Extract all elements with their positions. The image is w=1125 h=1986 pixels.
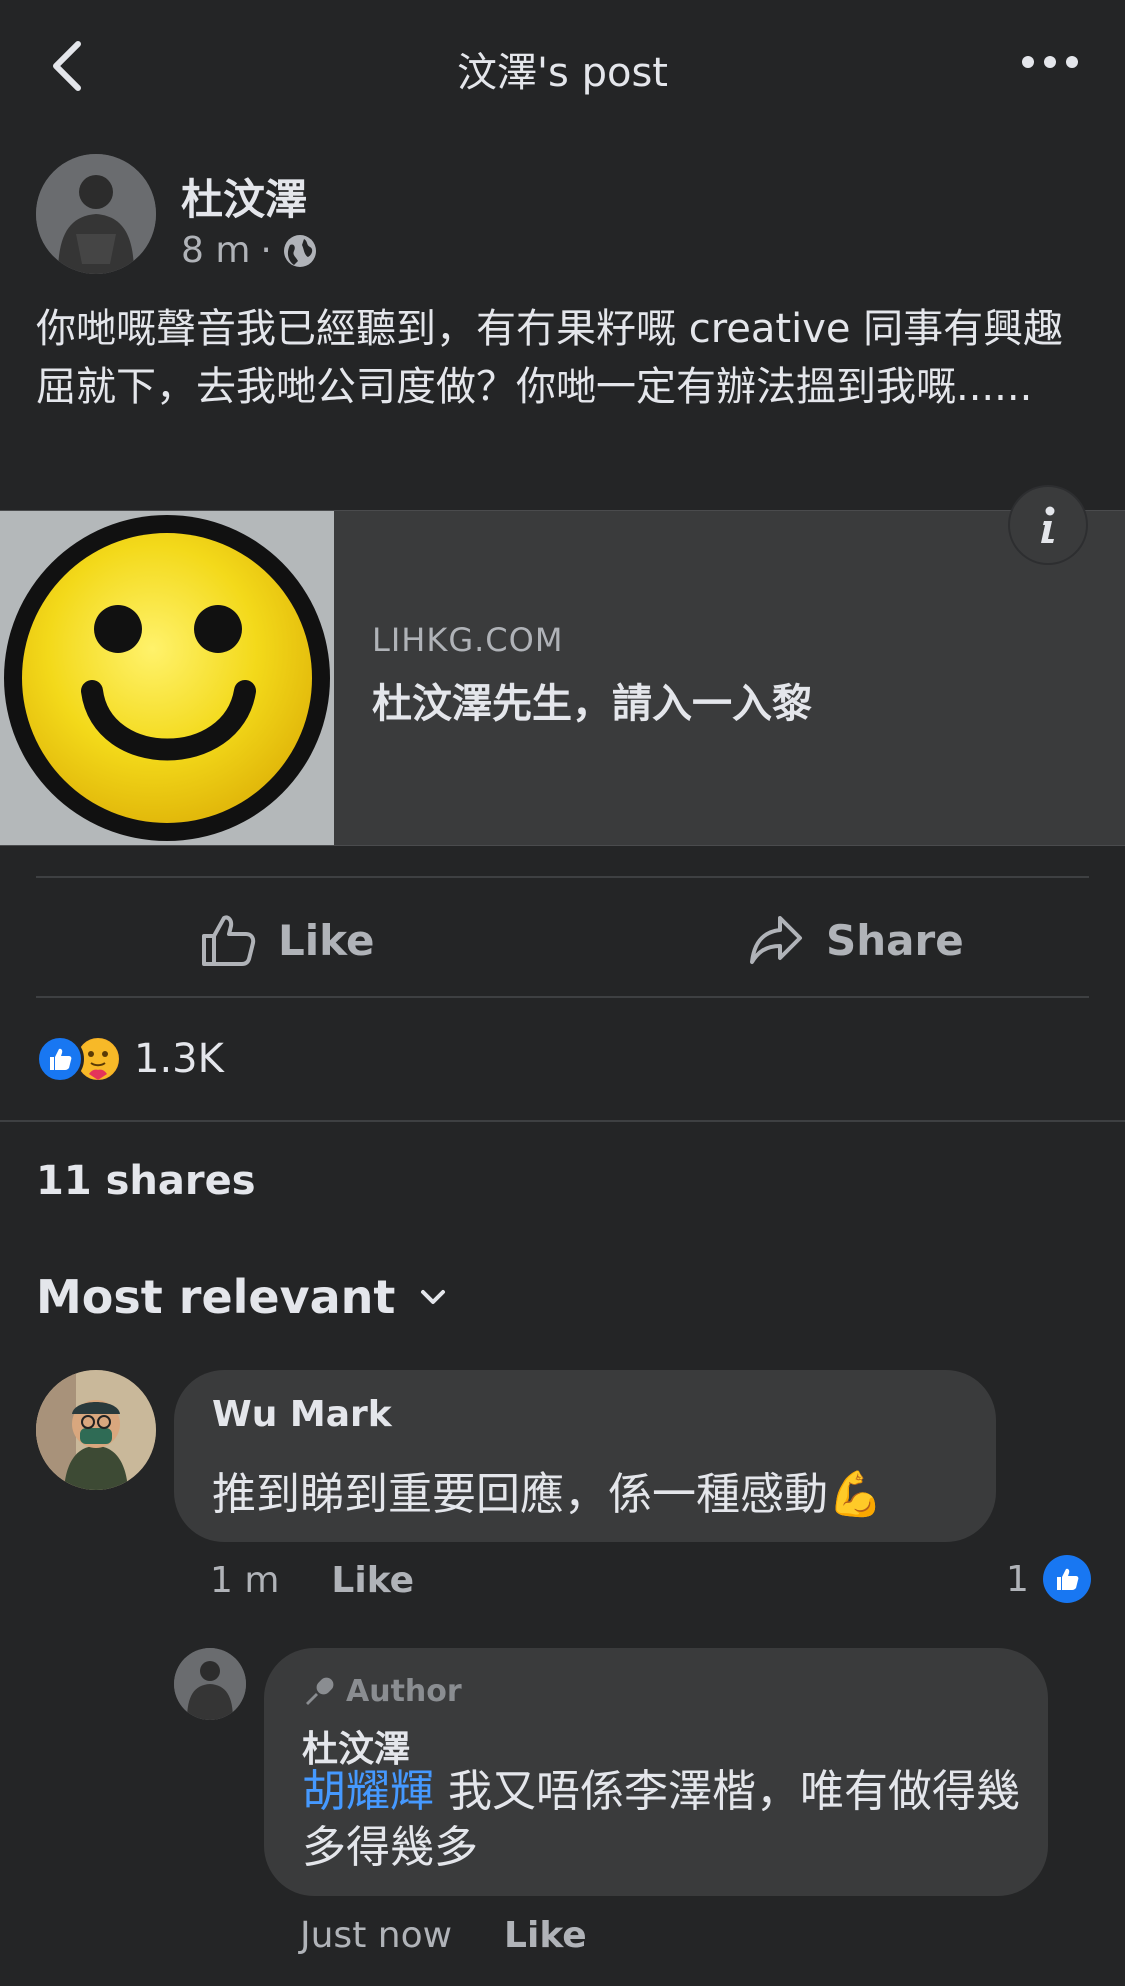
flexed-biceps-emoji: 💪	[828, 1469, 883, 1520]
post-author-avatar[interactable]	[36, 154, 156, 274]
post-author-name[interactable]: 杜汶澤	[181, 166, 307, 227]
comment-like-button[interactable]: Like	[331, 1560, 414, 1601]
link-title: 杜汶澤先生，請入一入黎	[372, 681, 812, 727]
thumbs-up-icon	[202, 915, 256, 966]
sort-label: Most relevant	[36, 1270, 396, 1324]
comment-sort-dropdown[interactable]: Most relevant	[36, 1270, 447, 1324]
like-button-label: Like	[278, 915, 375, 965]
link-thumbnail	[0, 511, 334, 845]
mention-link[interactable]: 胡耀輝	[302, 1766, 434, 1817]
author-badge: Author	[302, 1674, 462, 1709]
comment-text: 推到睇到重要回應，係一種感動💪	[212, 1458, 883, 1522]
microphone-icon	[306, 1677, 334, 1705]
link-info-button[interactable]	[1008, 485, 1088, 565]
meta-separator: ·	[260, 230, 272, 271]
reply-like-button[interactable]: Like	[504, 1915, 587, 1956]
post-meta: 8 m ·	[181, 230, 318, 271]
reply-text: 胡耀輝 我又唔係李澤楷，唯有做得幾多得幾多	[302, 1764, 1032, 1876]
comment-like-number: 1	[1006, 1558, 1029, 1600]
reply-actions: Just now Like	[300, 1915, 587, 1956]
info-icon	[1041, 506, 1055, 543]
chevron-down-icon	[421, 1290, 446, 1304]
post-time: 8 m	[181, 230, 251, 271]
commenter-avatar[interactable]	[36, 1370, 156, 1490]
more-options-button[interactable]	[1020, 50, 1080, 74]
page-title: 汶澤's post	[457, 50, 668, 96]
reaction-count: 1.3K	[134, 1036, 224, 1082]
reply-author-avatar[interactable]	[174, 1648, 246, 1720]
shares-count[interactable]: 11 shares	[36, 1158, 256, 1204]
share-button[interactable]: Share	[748, 905, 964, 975]
comment-author[interactable]: Wu Mark	[212, 1394, 392, 1435]
author-badge-label: Author	[346, 1674, 462, 1709]
like-button[interactable]: Like	[200, 905, 374, 975]
globe-icon	[283, 234, 316, 267]
divider	[36, 876, 1089, 878]
comment-time: 1 m	[210, 1560, 280, 1601]
divider	[0, 1120, 1125, 1122]
share-button-label: Share	[826, 915, 964, 965]
comment-like-count[interactable]: 1	[1006, 1555, 1091, 1603]
share-icon	[750, 916, 802, 964]
like-reaction-icon	[1042, 1555, 1091, 1603]
link-preview-card[interactable]: LIHKG.COM 杜汶澤先生，請入一入黎	[0, 485, 1125, 846]
reactions-summary[interactable]: 1.3K	[36, 1035, 224, 1083]
like-reaction-icon	[36, 1035, 84, 1083]
comment-bubble[interactable]: Wu Mark 推到睇到重要回應，係一種感動💪	[174, 1370, 996, 1542]
more-icon	[1022, 56, 1078, 68]
post-body-text: 你哋嘅聲音我已經聽到，有冇果籽嘅 creative 同事有興趣屈就下，去我哋公司…	[36, 306, 1064, 410]
divider	[36, 996, 1089, 998]
link-domain: LIHKG.COM	[372, 621, 564, 659]
comment-actions: 1 m Like	[210, 1560, 414, 1601]
comment-text-body: 推到睇到重要回應，係一種感動	[212, 1469, 828, 1520]
smiley-face-image	[0, 511, 334, 845]
reply-bubble[interactable]: Author 杜汶澤 胡耀輝 我又唔係李澤楷，唯有做得幾多得幾多	[264, 1648, 1048, 1896]
reply-time: Just now	[300, 1915, 453, 1956]
